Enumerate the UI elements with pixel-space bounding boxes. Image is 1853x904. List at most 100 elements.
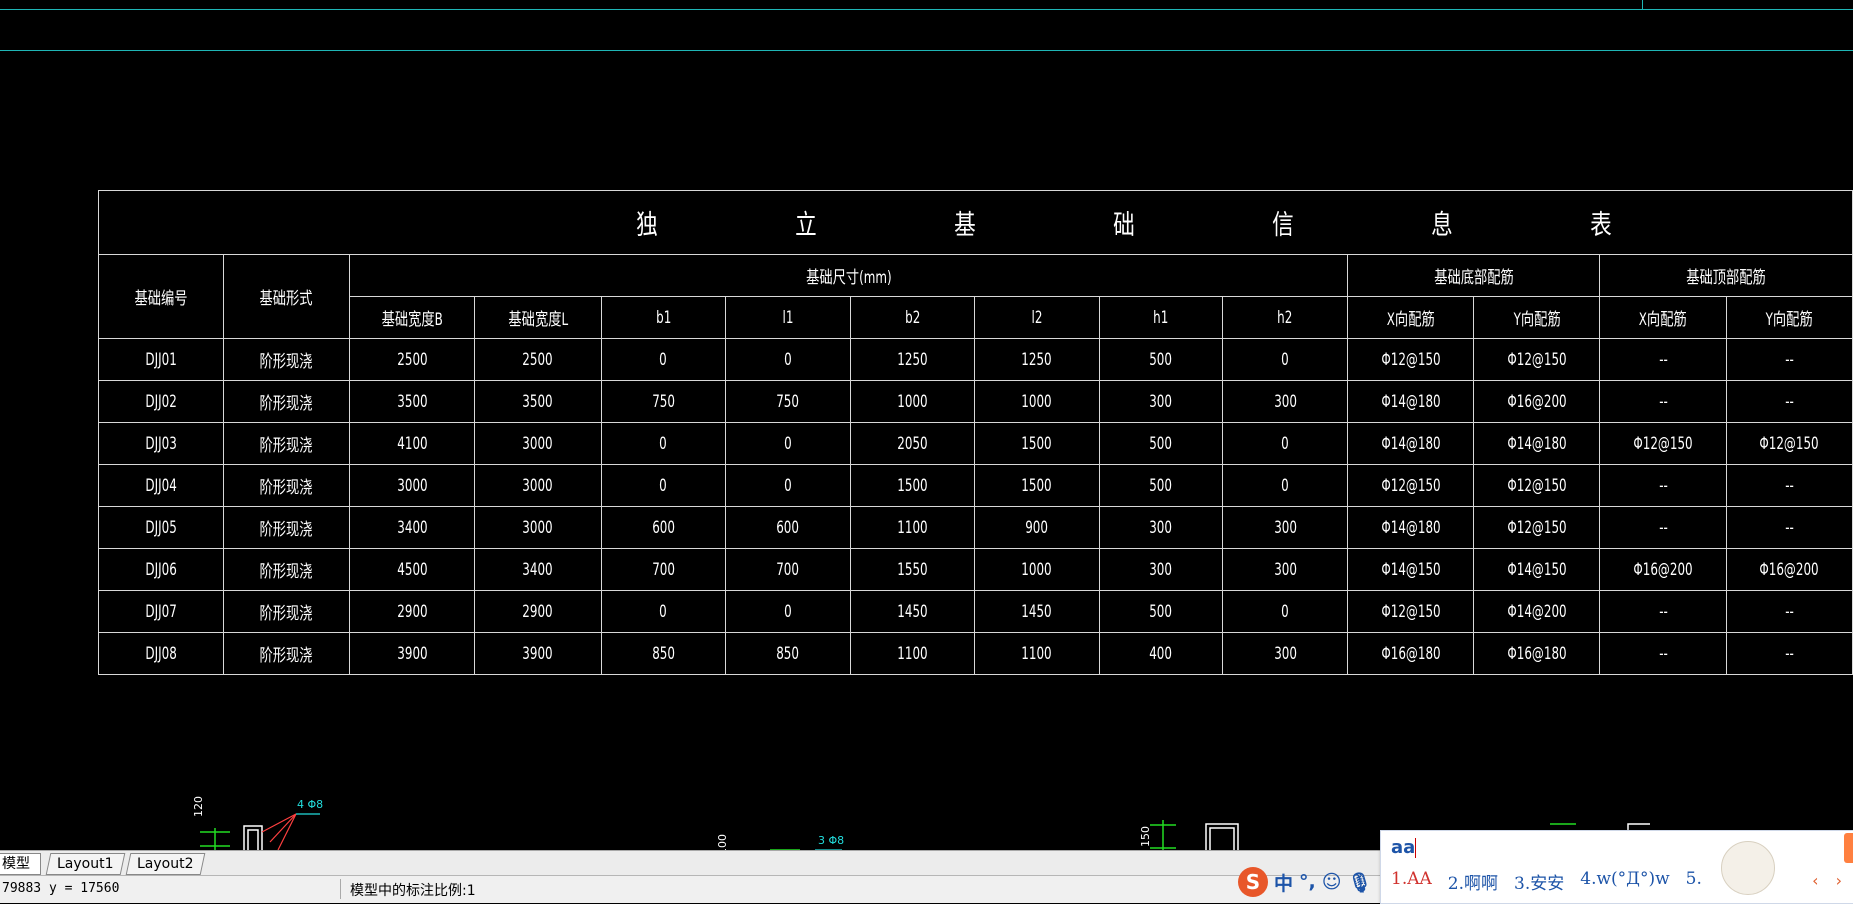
- table-cell: 850: [725, 632, 851, 675]
- dim-label-150: 150: [1139, 826, 1152, 847]
- table-cell: Φ14@180: [1473, 422, 1601, 465]
- table-cell: --: [1599, 506, 1727, 549]
- ime-candidate[interactable]: 2.啊啊: [1448, 869, 1498, 894]
- table-cell: 300: [1222, 506, 1348, 549]
- table-cell: 300: [1222, 380, 1348, 423]
- dim-label-120: 120: [192, 796, 205, 817]
- table-cell: Φ16@200: [1599, 548, 1727, 591]
- header-x-rebar: X向配筋: [1346, 296, 1475, 339]
- table-row: DJJ05 阶形现浇 3400 3000 600 600 1100 900 300 300 Φ14@…: [98, 506, 1853, 549]
- table-cell: 1500: [973, 464, 1100, 507]
- header-top-rebar: 基础顶部配筋: [1599, 254, 1853, 297]
- header-b2: b2: [849, 296, 975, 339]
- ime-candidate[interactable]: 4.w(°Д°)w: [1580, 869, 1669, 894]
- table-row: DJJ03 阶形现浇 4100 3000 0 0 2050 1500 500 0 Φ14@180 Φ1…: [98, 422, 1853, 465]
- table-cell: 300: [1222, 632, 1348, 675]
- ime-candidate[interactable]: 1.AA: [1391, 869, 1432, 894]
- table-cell: 600: [600, 506, 727, 549]
- ime-page-arrows[interactable]: ‹ ›: [1812, 871, 1848, 890]
- table-cell: 1500: [973, 422, 1100, 465]
- table-cell: 2050: [849, 422, 975, 465]
- table-cell: 300: [1222, 548, 1348, 591]
- table-cell: 1000: [973, 380, 1100, 423]
- table-cell: 2500: [348, 338, 476, 381]
- table-cell: 1250: [849, 338, 975, 381]
- table-row: DJJ01 阶形现浇 2500 2500 0 0 1250 1250 500 0 Φ12@150 Φ1…: [98, 338, 1853, 381]
- dim-label-100: 100: [716, 834, 729, 850]
- table-cell: 300: [1098, 380, 1224, 423]
- table-cell: 3000: [474, 506, 602, 549]
- mic-icon[interactable]: 🎙: [1348, 871, 1372, 894]
- table-cell: 0: [1222, 338, 1348, 381]
- table-cell: 0: [600, 464, 727, 507]
- ime-toolbar: S 中 °, ☺ 🎙: [1238, 866, 1372, 898]
- cursor-coordinates: 79883 y = 17560: [2, 881, 120, 896]
- ime-candidate[interactable]: 3.安安: [1514, 869, 1564, 894]
- table-cell: 750: [725, 380, 851, 423]
- table-cell: Φ14@200: [1473, 590, 1601, 633]
- header-h2: h2: [1222, 296, 1348, 339]
- ime-punct-toggle[interactable]: °,: [1299, 871, 1316, 893]
- sogou-logo-icon[interactable]: S: [1238, 867, 1268, 897]
- table-cell: 3500: [348, 380, 476, 423]
- tab-model[interactable]: 模型: [0, 853, 41, 875]
- tab-layout2[interactable]: Layout2: [125, 853, 205, 875]
- header-bottom-rebar: 基础底部配筋: [1346, 254, 1601, 297]
- table-cell: 4100: [348, 422, 476, 465]
- table-cell: 2900: [348, 590, 476, 633]
- table-cell: 阶形现浇: [222, 590, 350, 633]
- table-cell: DJJ08: [98, 632, 224, 675]
- table-cell: Φ14@150: [1346, 548, 1475, 591]
- title-char: 立: [795, 210, 820, 241]
- ime-mode-toggle[interactable]: 中: [1274, 869, 1293, 896]
- table-cell: 阶形现浇: [222, 422, 350, 465]
- table-cell: DJJ02: [98, 380, 224, 423]
- frame-line-top: [0, 9, 1853, 10]
- header-form: 基础形式: [222, 254, 350, 339]
- header-width-b: 基础宽度B: [348, 296, 476, 339]
- table-cell: 0: [1222, 422, 1348, 465]
- cad-drawing-canvas[interactable]: 独 立 基 础 信 息 表 基础编号 基础形式 基础尺寸(mm) 基础底部配筋 …: [0, 0, 1853, 850]
- header-x-rebar-top: X向配筋: [1599, 296, 1727, 339]
- header-y-rebar: Y向配筋: [1473, 296, 1601, 339]
- table-cell: 0: [600, 590, 727, 633]
- table-cell: 0: [1222, 590, 1348, 633]
- table-cell: --: [1725, 380, 1853, 423]
- table-cell: Φ12@150: [1473, 506, 1601, 549]
- table-cell: 3900: [348, 632, 476, 675]
- table-cell: Φ12@150: [1473, 338, 1601, 381]
- table-cell: Φ14@150: [1473, 548, 1601, 591]
- table-cell: 2900: [474, 590, 602, 633]
- header-h1: h1: [1098, 296, 1224, 339]
- tab-layout1[interactable]: Layout1: [45, 853, 125, 875]
- table-cell: --: [1599, 632, 1727, 675]
- table-cell: 阶形现浇: [222, 548, 350, 591]
- header-l1: l1: [725, 296, 851, 339]
- table-cell: 3000: [348, 464, 476, 507]
- table-cell: 3000: [474, 422, 602, 465]
- title-char: 息: [1431, 210, 1456, 241]
- table-cell: 0: [725, 338, 851, 381]
- table-cell: 400: [1098, 632, 1224, 675]
- header-l2: l2: [973, 296, 1100, 339]
- table-cell: --: [1599, 338, 1727, 381]
- table-cell: Φ12@150: [1473, 464, 1601, 507]
- frame-tick: [1642, 0, 1643, 9]
- title-char: 独: [636, 210, 661, 241]
- table-cell: 1100: [973, 632, 1100, 675]
- header-width-l: 基础宽度L: [474, 296, 602, 339]
- table-cell: Φ12@150: [1346, 464, 1475, 507]
- table-cell: DJJ03: [98, 422, 224, 465]
- table-row: DJJ02 阶形现浇 3500 3500 750 750 1000 1000 300 300 Φ14…: [98, 380, 1853, 423]
- table-cell: 阶形现浇: [222, 338, 350, 381]
- table-cell: 750: [600, 380, 727, 423]
- smiley-icon[interactable]: ☺: [1322, 871, 1342, 893]
- ime-candidate[interactable]: 5.: [1686, 869, 1702, 894]
- table-cell: --: [1599, 380, 1727, 423]
- title-char: 基: [954, 210, 979, 241]
- table-cell: 阶形现浇: [222, 380, 350, 423]
- table-cell: 3400: [348, 506, 476, 549]
- header-id: 基础编号: [98, 254, 224, 339]
- table-cell: Φ16@200: [1473, 380, 1601, 423]
- table-cell: 2500: [474, 338, 602, 381]
